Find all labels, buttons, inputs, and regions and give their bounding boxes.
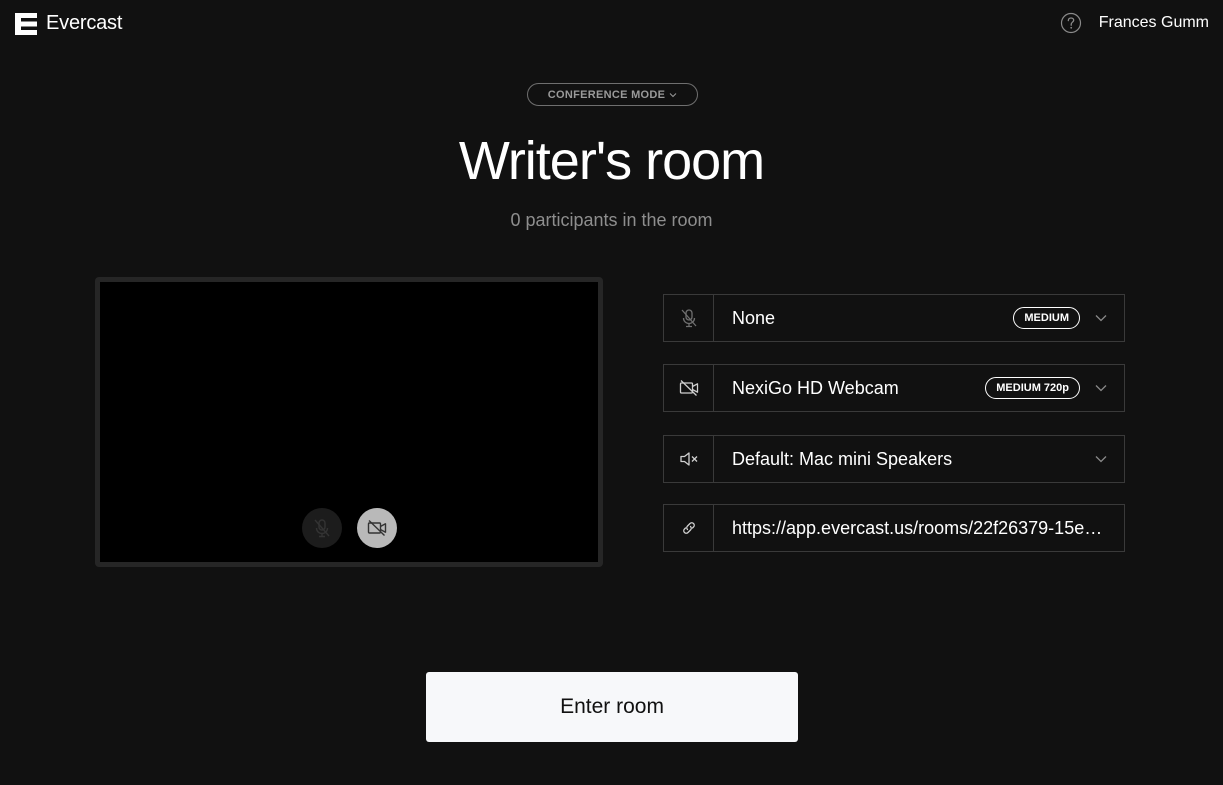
microphone-value: None	[732, 307, 776, 328]
mic-off-icon	[314, 519, 330, 538]
header-user-area: Frances Gumm	[1060, 12, 1209, 34]
brand-name: Evercast	[46, 12, 123, 34]
chevron-down-icon	[1095, 315, 1107, 322]
camera-off-icon	[679, 380, 698, 396]
camera-icon-cell	[664, 365, 714, 411]
copy-link-cell[interactable]	[664, 505, 714, 551]
room-link-value[interactable]: https://app.evercast.us/rooms/22f26379-1…	[732, 518, 1110, 539]
evercast-logo-icon	[15, 12, 37, 35]
speaker-value: Default: Mac mini Speakers	[732, 448, 953, 469]
enter-room-button[interactable]: Enter room	[426, 672, 798, 742]
mode-label: CONFERENCE MODE	[547, 88, 666, 101]
user-menu[interactable]: Frances Gumm	[1099, 14, 1209, 32]
room-link-field[interactable]: https://app.evercast.us/rooms/22f26379-1…	[663, 504, 1125, 552]
speaker-muted-icon	[679, 452, 697, 466]
mic-off-icon	[681, 309, 696, 328]
help-icon[interactable]	[1060, 12, 1082, 34]
camera-quality-badge[interactable]: MEDIUM 720p	[985, 377, 1080, 399]
microphone-select[interactable]: None MEDIUM	[663, 294, 1125, 342]
room-title: Writer's room	[458, 131, 765, 191]
chevron-down-icon	[669, 92, 677, 97]
toggle-camera-button[interactable]	[357, 508, 397, 548]
video-preview	[95, 277, 603, 567]
participant-count: 0 participants in the room	[510, 210, 713, 230]
chevron-down-icon	[1095, 385, 1107, 392]
chevron-down-icon	[1095, 456, 1107, 463]
speaker-select[interactable]: Default: Mac mini Speakers	[663, 435, 1125, 483]
microphone-quality-badge[interactable]: MEDIUM	[1013, 307, 1080, 329]
camera-select[interactable]: NexiGo HD Webcam MEDIUM 720p	[663, 364, 1125, 412]
speaker-icon-cell	[664, 436, 714, 482]
link-icon	[682, 522, 695, 534]
camera-off-icon	[367, 519, 387, 537]
camera-value: NexiGo HD Webcam	[732, 377, 899, 398]
mic-icon-cell	[664, 295, 714, 341]
toggle-mic-button[interactable]	[302, 508, 342, 548]
brand-logo[interactable]: Evercast	[15, 12, 122, 35]
conference-mode-selector[interactable]: CONFERENCE MODE	[527, 83, 698, 106]
